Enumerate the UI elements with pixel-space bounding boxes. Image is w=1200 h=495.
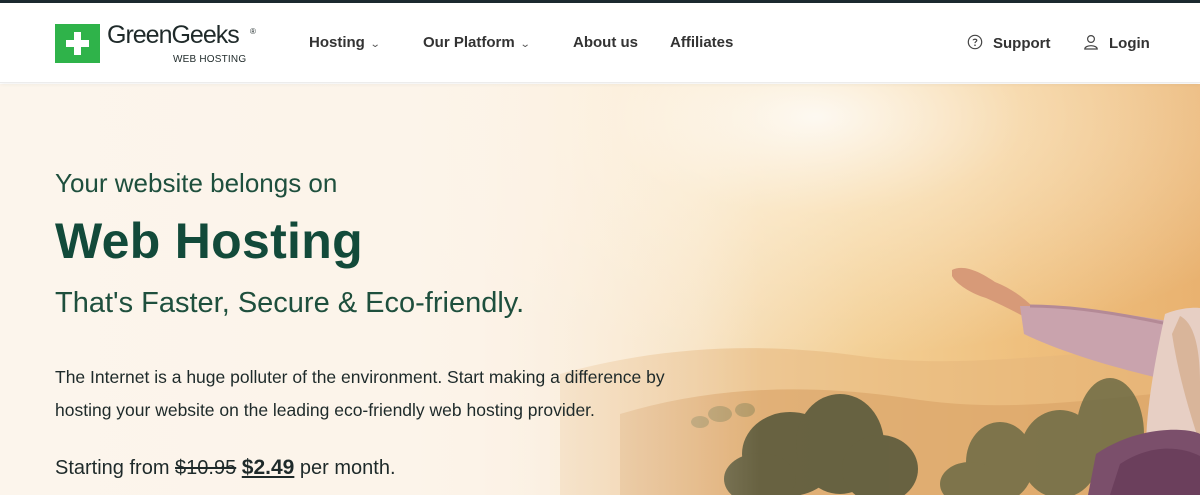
nav-about-us-label: About us — [573, 34, 638, 51]
registered-mark: ® — [250, 27, 256, 36]
hero-description: The Internet is a huge polluter of the e… — [55, 367, 665, 420]
greengeeks-logo[interactable]: GreenGeeks ® WEB HOSTING — [55, 21, 260, 66]
user-icon — [1083, 34, 1099, 54]
nav-affiliates[interactable]: Affiliates — [670, 34, 733, 51]
nav-hosting[interactable]: Hosting ⌄ — [309, 34, 381, 51]
logo-tagline: WEB HOSTING — [173, 54, 247, 65]
price-new[interactable]: $2.49 — [242, 456, 295, 479]
site-header: GreenGeeks ® WEB HOSTING Hosting ⌄ Our Pl… — [0, 3, 1200, 83]
nav-about-us[interactable]: About us — [573, 34, 638, 51]
price-old: $10.95 — [175, 457, 237, 479]
question-circle-icon — [967, 34, 983, 54]
chevron-down-icon: ⌄ — [519, 39, 531, 50]
plus-icon — [55, 24, 100, 63]
hero-pre-title: Your website belongs on — [55, 168, 338, 198]
hero-banner: Your website belongs on Web Hosting That… — [0, 84, 1200, 495]
nav-our-platform[interactable]: Our Platform ⌄ — [423, 34, 531, 51]
price-suffix: per month. — [299, 457, 396, 479]
pricing-line: Starting from $10.95 $2.49 per month. — [55, 456, 396, 480]
price-prefix: Starting from — [55, 457, 170, 479]
support-link[interactable]: Support — [967, 34, 1051, 54]
login-link[interactable]: Login — [1083, 34, 1150, 54]
nav-affiliates-label: Affiliates — [670, 34, 734, 51]
chevron-down-icon: ⌄ — [369, 39, 381, 50]
nav-hosting-label: Hosting — [309, 34, 365, 51]
hero-title: Web Hosting — [55, 213, 363, 269]
nav-our-platform-label: Our Platform — [423, 34, 515, 51]
hero-subtitle: That's Faster, Secure & Eco-friendly. — [55, 287, 525, 319]
support-label: Support — [993, 35, 1051, 52]
login-label: Login — [1109, 35, 1150, 52]
logo-wordmark: GreenGeeks — [107, 21, 240, 49]
